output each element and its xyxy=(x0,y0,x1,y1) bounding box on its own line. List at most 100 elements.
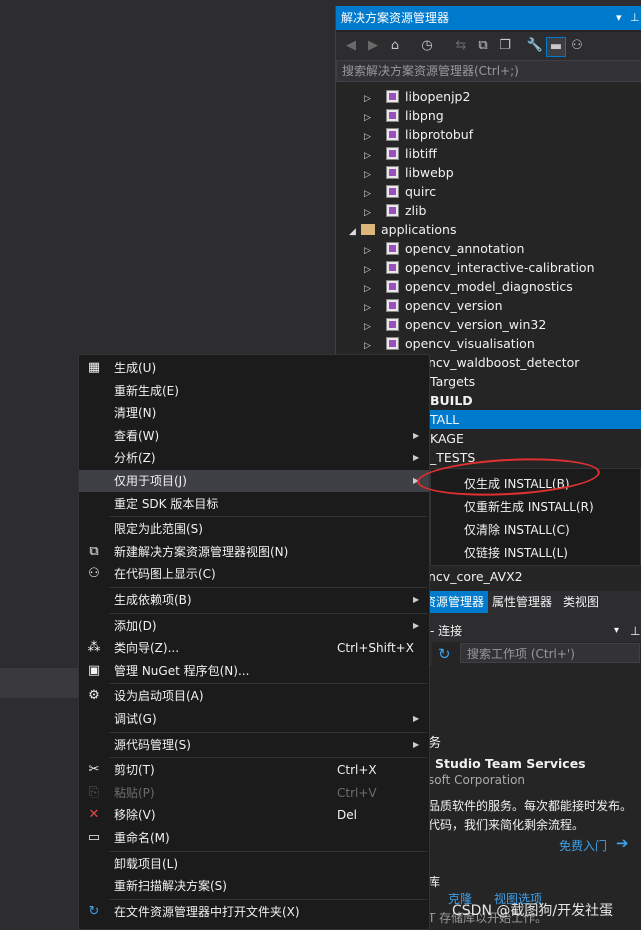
tree-project-item[interactable]: ▷ opencv_annotation xyxy=(364,239,524,258)
menu-item[interactable]: 仅用于项目(J) ▶ xyxy=(79,470,429,492)
menu-item[interactable]: 重新生成(E) xyxy=(79,380,429,402)
menu-item[interactable]: 限定为此范围(S) xyxy=(79,518,429,540)
menu-item[interactable]: 添加(D) ▶ xyxy=(79,615,429,637)
menu-item-label: 生成(U) xyxy=(114,361,157,375)
home-icon[interactable]: ⌂ xyxy=(386,37,404,55)
menu-item[interactable]: 重定 SDK 版本目标 xyxy=(79,493,429,515)
properties-wrench-icon[interactable]: 🔧 xyxy=(526,37,544,55)
menu-item[interactable]: ⚙ 设为启动项目(A) xyxy=(79,685,429,707)
tree-item-label: libtiff xyxy=(405,146,437,161)
tree-project-item[interactable]: TALL xyxy=(428,410,641,429)
tree-project-item[interactable]: ▷ opencv_model_diagnostics xyxy=(364,277,573,296)
collapse-all-icon[interactable]: ⧉ xyxy=(474,37,492,55)
pin-icon[interactable]: ⊥ xyxy=(630,620,640,642)
menu-item[interactable]: 清理(N) xyxy=(79,402,429,424)
tree-project-item[interactable]: ▷ opencv_version xyxy=(364,296,503,315)
menu-item[interactable]: 调试(G) ▶ xyxy=(79,708,429,730)
menu-item[interactable]: ▦ 生成(U) xyxy=(79,357,429,379)
menu-item[interactable]: ✕ 移除(V) Del xyxy=(79,804,429,826)
work-item-search-input[interactable]: 搜索工作项 (Ctrl+') xyxy=(460,643,640,663)
tab-class-view[interactable]: 类视图 xyxy=(563,591,599,613)
tree-item-label: opencv_version_win32 xyxy=(405,317,547,332)
menu-item[interactable]: 卸载项目(L) xyxy=(79,853,429,875)
tree-folder-item[interactable]: ◢ applications xyxy=(349,220,456,239)
class-wizard-icon: ⁂ xyxy=(87,640,101,656)
tab-property-manager[interactable]: 属性管理器 xyxy=(492,591,552,613)
menu-item[interactable]: 分析(Z) ▶ xyxy=(79,447,429,469)
remove-icon: ✕ xyxy=(88,807,100,823)
tree-item-label: opencv_annotation xyxy=(405,241,525,256)
project-icon xyxy=(386,185,399,198)
preview-icon[interactable]: ▬ xyxy=(546,37,566,57)
tree-project-item[interactable]: ▷ libprotobuf xyxy=(364,125,473,144)
menu-item[interactable]: ↻ 在文件资源管理器中打开文件夹(X) xyxy=(79,901,429,923)
tree-project-item[interactable]: ▷ opencv_version_win32 xyxy=(364,315,546,334)
tree-project-item[interactable]: ▷ libpng xyxy=(364,106,444,125)
arrow-right-circle-icon[interactable]: ➔ xyxy=(616,834,629,852)
menu-item-label: 移除(V) xyxy=(114,808,156,823)
dropdown-arrow-icon[interactable]: ▾ xyxy=(614,620,619,642)
tree-project-item[interactable]: ▷ libtiff xyxy=(364,144,437,163)
tab-solution-explorer[interactable]: 资源管理器 xyxy=(420,591,489,613)
submenu-item[interactable]: 仅重新生成 INSTALL(R) xyxy=(431,496,640,518)
menu-item[interactable]: ▣ 管理 NuGet 程序包(N)... xyxy=(79,660,429,682)
menu-item[interactable]: 重新扫描解决方案(S) xyxy=(79,875,429,897)
menu-item[interactable]: ⚇ 在代码图上显示(C) xyxy=(79,563,429,585)
submenu-item-label: 仅链接 INSTALL(L) xyxy=(464,546,568,560)
folder-icon xyxy=(361,224,375,235)
class-diagram-icon[interactable]: ⚇ xyxy=(568,37,586,55)
menu-item[interactable]: ▭ 重命名(M) xyxy=(79,827,429,849)
menu-item[interactable]: ⁂ 类向导(Z)... Ctrl+Shift+X xyxy=(79,637,429,659)
menu-item[interactable]: 生成依赖项(B) ▶ xyxy=(79,589,429,611)
tree-project-item[interactable]: ▷ opencv_visualisation xyxy=(364,334,535,353)
tree-project-item[interactable]: BUILD xyxy=(430,391,473,410)
tree-item-label: opencv_interactive-calibration xyxy=(405,260,595,275)
project-icon xyxy=(386,299,399,312)
tree-project-item[interactable]: ▷ libopenjp2 xyxy=(364,87,470,106)
submenu-item[interactable]: 仅链接 INSTALL(L) xyxy=(431,542,640,564)
back-icon[interactable]: ◀ xyxy=(342,37,360,55)
get-started-link[interactable]: 免费入门 xyxy=(559,837,607,854)
paste-icon: ⎘ xyxy=(88,784,100,800)
rename-icon: ▭ xyxy=(87,830,101,845)
tree-project-item[interactable]: KAGE xyxy=(430,429,464,448)
menu-item[interactable]: ⧉ 新建解决方案资源管理器视图(N) xyxy=(79,541,429,563)
pin-icon[interactable]: ⊥ xyxy=(630,6,640,30)
expanded-arrow-icon[interactable]: ◢ xyxy=(349,223,361,242)
menu-item-label: 设为启动项目(A) xyxy=(114,689,204,704)
menu-separator xyxy=(109,731,427,733)
tree-project-item[interactable]: ncv_waldboost_detector xyxy=(428,353,579,372)
tree-project-item[interactable]: ncv_core_AVX2 xyxy=(428,567,523,586)
history-icon[interactable]: ◷ xyxy=(418,37,436,55)
menu-item[interactable]: ✂ 剪切(T) Ctrl+X xyxy=(79,759,429,781)
tree-item-label: libpng xyxy=(405,108,444,123)
submenu-arrow-icon: ▶ xyxy=(413,453,420,463)
sync-icon[interactable]: ⇆ xyxy=(452,37,470,55)
project-icon xyxy=(386,204,399,217)
tree-project-item[interactable]: ▷ zlib xyxy=(364,201,426,220)
menu-item-shortcut: Del xyxy=(337,808,357,823)
submenu-item[interactable]: 仅清除 INSTALL(C) xyxy=(431,519,640,541)
tree-item-label: applications xyxy=(381,222,457,237)
tree-project-item[interactable]: ▷ quirc xyxy=(364,182,436,201)
project-icon xyxy=(386,261,399,274)
tree-project-item[interactable]: ▷ opencv_interactive-calibration xyxy=(364,258,595,277)
tree-project-item[interactable]: Targets xyxy=(430,372,475,391)
copy-icon[interactable]: ❐ xyxy=(496,37,514,55)
tree-project-item[interactable]: ▷ libwebp xyxy=(364,163,454,182)
menu-item[interactable]: 查看(W) ▶ xyxy=(79,425,429,447)
project-icon xyxy=(386,90,399,103)
code-map-icon: ⚇ xyxy=(88,566,100,582)
menu-separator xyxy=(109,683,427,685)
search-input[interactable]: 搜索解决方案资源管理器(Ctrl+;) xyxy=(336,60,641,82)
menu-item-label: 重新扫描解决方案(S) xyxy=(114,879,227,894)
tree-item-label: zlib xyxy=(405,203,427,218)
menu-item[interactable]: 源代码管理(S) ▶ xyxy=(79,734,429,756)
menu-item-label: 分析(Z) xyxy=(114,451,156,466)
forward-icon[interactable]: ▶ xyxy=(364,37,382,55)
dropdown-arrow-icon[interactable]: ▾ xyxy=(616,6,622,30)
tree-item-label: opencv_model_diagnostics xyxy=(405,279,573,294)
menu-item[interactable]: ⎘ 粘贴(P) Ctrl+V xyxy=(79,782,429,804)
service-title: Studio Team Services xyxy=(435,756,586,771)
refresh-icon[interactable]: ↻ xyxy=(438,645,451,663)
